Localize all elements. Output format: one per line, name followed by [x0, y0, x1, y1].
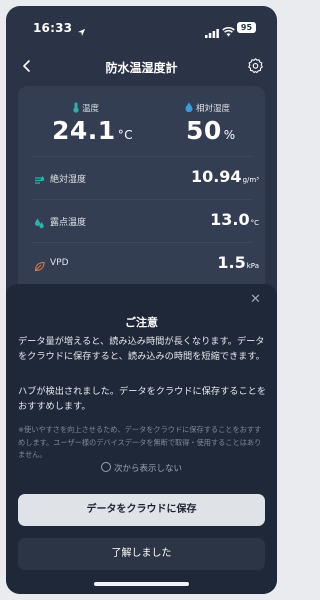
divider	[32, 199, 252, 200]
nav-bar: 防水温湿度計	[6, 48, 277, 84]
home-indicator	[94, 582, 189, 586]
status-time: 16:33	[33, 21, 73, 35]
temperature-value: 24.1 °C	[52, 116, 134, 145]
absolute-humidity-icon	[34, 171, 45, 190]
status-bar: 16:33 95	[6, 6, 277, 48]
divider	[32, 156, 252, 157]
humidity-label: 相対湿度	[196, 104, 231, 114]
gear-icon[interactable]	[247, 57, 264, 78]
dialog-message-2: ハブが検出されました。データをクラウドに保存することをおすすめします。	[18, 386, 267, 412]
dialog-title: ご注意	[125, 316, 158, 329]
humidity-value: 50%	[186, 116, 236, 145]
vpd-label: VPD	[50, 258, 69, 268]
absolute-humidity-row: 絶対湿度 10.94g/m³	[18, 159, 265, 199]
radio-button[interactable]	[100, 462, 111, 472]
close-icon[interactable]: ✕	[250, 292, 261, 307]
dew-point-value: 13.0°C	[210, 210, 259, 229]
battery-indicator: 95	[237, 22, 256, 33]
dont-show-again-label: 次から表示しない	[113, 464, 182, 474]
notice-dialog: ✕ ご注意 データ量が増えると、読み込み時間が長くなります。データをクラウドに保…	[6, 284, 277, 594]
absolute-humidity-label: 絶対湿度	[50, 175, 87, 185]
wifi-icon	[222, 22, 235, 41]
save-to-cloud-button[interactable]: データをクラウドに保存	[18, 494, 265, 526]
acknowledge-button[interactable]: 了解しました	[18, 538, 265, 570]
phone-screen: 16:33 95 防水温湿度計 温度 24.1 °C 相対湿度 50% 絶対湿度…	[6, 6, 277, 594]
dialog-message-1: データ量が増えると、読み込み時間が長くなります。データをクラウドに保存すると、読…	[18, 336, 265, 362]
thermometer-icon	[72, 102, 80, 116]
leaf-icon	[34, 257, 45, 276]
vpd-value: 1.5kPa	[217, 253, 259, 272]
dew-point-label: 露点温度	[50, 218, 87, 228]
dont-show-again-option[interactable]: 次から表示しない	[6, 462, 277, 474]
absolute-humidity-value: 10.94g/m³	[190, 167, 259, 186]
cellular-signal-icon	[205, 23, 219, 42]
temperature-label: 温度	[82, 104, 100, 114]
dew-point-row: 露点温度 13.0°C	[18, 202, 265, 242]
dew-point-icon	[34, 214, 45, 233]
divider	[32, 242, 252, 243]
vpd-row: VPD 1.5kPa	[18, 245, 265, 285]
water-drop-icon	[185, 102, 193, 115]
page-title: 防水温湿度計	[105, 61, 178, 75]
dialog-note: ※使いやすさを向上させるため、データをクラウドに保存することをおすすめします。ユ…	[18, 425, 262, 459]
location-arrow-icon	[77, 22, 86, 41]
